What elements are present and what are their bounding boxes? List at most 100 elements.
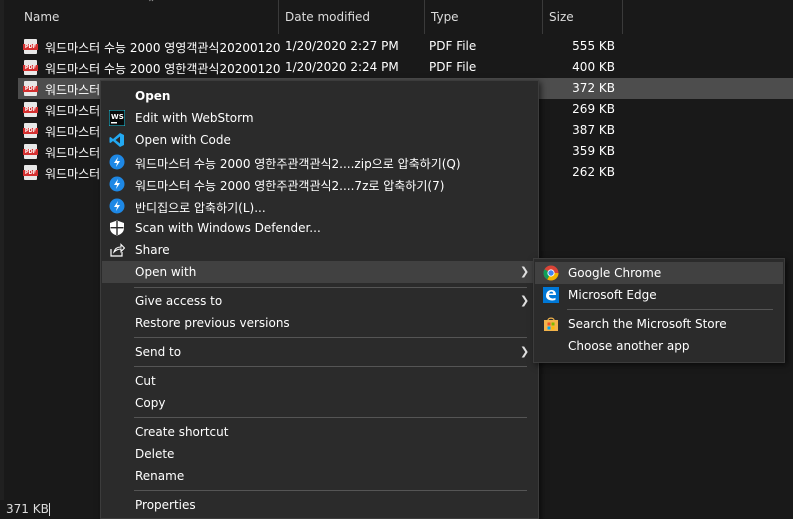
menu-item-bandizip[interactable]: 반디집으로 압축하기(L)...: [102, 195, 537, 217]
pdf-file-icon: [23, 60, 38, 75]
menu-item-compress-7z[interactable]: 워드마스터 수능 2000 영한주관객관식2....7z로 압축하기(7): [102, 173, 537, 195]
submenu-item-chrome-label: Google Chrome: [568, 266, 662, 280]
open-with-submenu: Google Chrome Microsoft Edge Search the …: [533, 258, 785, 363]
column-header-date-label: Date modified: [285, 10, 371, 24]
menu-item-restore-versions[interactable]: Restore previous versions: [102, 312, 537, 334]
chevron-right-icon: ❯: [520, 294, 530, 307]
submenu-item-store[interactable]: Search the Microsoft Store: [535, 313, 783, 335]
column-header-type-label: Type: [431, 10, 459, 24]
file-name: 워드마스터: [45, 104, 101, 118]
column-header-name[interactable]: ⌃ Name: [4, 0, 279, 34]
menu-item-edit-webstorm-label: Edit with WebStorm: [135, 111, 254, 125]
file-row[interactable]: 워드마스터 수능 2000 영한객관식20200120 1/20/2020 2:…: [18, 57, 793, 78]
navigation-pane-edge: [0, 0, 4, 500]
pdf-file-icon: [23, 81, 38, 96]
menu-item-open-label: Open: [135, 89, 171, 103]
menu-item-properties-label: Properties: [135, 498, 196, 512]
menu-item-copy-label: Copy: [135, 396, 166, 410]
menu-item-open[interactable]: Open: [102, 85, 537, 107]
menu-item-share[interactable]: Share: [102, 239, 537, 261]
file-name: 워드마스터: [45, 167, 101, 181]
menu-item-scan-defender[interactable]: Scan with Windows Defender...: [102, 217, 537, 239]
menu-item-give-access-label: Give access to: [135, 294, 223, 308]
menu-item-rename[interactable]: Rename: [102, 465, 537, 487]
menu-item-give-access[interactable]: Give access to ❯: [102, 290, 537, 312]
file-type: PDF File: [429, 39, 477, 53]
column-header-type[interactable]: Type: [425, 0, 543, 34]
context-menu: Open WS Edit with WebStorm Open with Cod…: [100, 80, 539, 519]
vscode-icon: [109, 133, 124, 147]
column-header-name-label: Name: [24, 10, 60, 24]
pdf-file-icon: [23, 165, 38, 180]
menu-item-open-with[interactable]: Open with ❯: [102, 261, 537, 283]
status-selected-size: 371 KB: [6, 502, 49, 516]
file-size: 372 KB: [572, 81, 615, 95]
submenu-item-edge-label: Microsoft Edge: [568, 288, 657, 302]
webstorm-icon: WS: [109, 110, 125, 126]
file-row[interactable]: 워드마스터 수능 2000 영영객관식20200120 1/20/2020 2:…: [18, 36, 793, 57]
pdf-file-icon: [23, 123, 38, 138]
column-header-bar: ⌃ Name Date modified Type Size: [4, 0, 793, 34]
menu-item-scan-defender-label: Scan with Windows Defender...: [135, 221, 321, 235]
chrome-icon: [543, 265, 559, 281]
column-header-size[interactable]: Size: [543, 0, 623, 34]
menu-item-delete-label: Delete: [135, 447, 175, 461]
shield-icon: [110, 220, 124, 236]
file-size: 262 KB: [572, 165, 615, 179]
menu-item-share-label: Share: [135, 243, 170, 257]
menu-item-restore-versions-label: Restore previous versions: [135, 316, 290, 330]
submenu-item-edge[interactable]: Microsoft Edge: [535, 284, 783, 306]
file-type: PDF File: [429, 60, 477, 74]
menu-item-compress-7z-label: 워드마스터 수능 2000 영한주관객관식2....7z로 압축하기(7): [135, 179, 445, 193]
submenu-separator: [567, 309, 773, 310]
menu-separator: [134, 337, 527, 338]
file-name: 워드마스터 수능 2000 영한객관식20200120: [45, 62, 281, 76]
chevron-right-icon: ❯: [520, 265, 530, 278]
menu-separator: [134, 490, 527, 491]
menu-item-send-to[interactable]: Send to ❯: [102, 341, 537, 363]
sort-ascending-icon: ⌃: [147, 0, 156, 9]
svg-text:WS: WS: [111, 113, 124, 121]
menu-item-bandizip-label: 반디집으로 압축하기(L)...: [135, 201, 266, 215]
menu-item-cut[interactable]: Cut: [102, 370, 537, 392]
menu-item-rename-label: Rename: [135, 469, 185, 483]
file-size: 387 KB: [572, 123, 615, 137]
file-date-modified: 1/20/2020 2:27 PM: [285, 39, 399, 53]
menu-separator: [134, 417, 527, 418]
bandizip-icon: [109, 176, 125, 192]
menu-separator: [134, 287, 527, 288]
file-size: 400 KB: [572, 60, 615, 74]
submenu-item-choose-another[interactable]: Choose another app: [535, 335, 783, 357]
menu-item-open-code[interactable]: Open with Code: [102, 129, 537, 151]
menu-item-create-shortcut-label: Create shortcut: [135, 425, 229, 439]
menu-item-copy[interactable]: Copy: [102, 392, 537, 414]
file-size: 269 KB: [572, 102, 615, 116]
menu-item-edit-webstorm[interactable]: WS Edit with WebStorm: [102, 107, 537, 129]
menu-item-send-to-label: Send to: [135, 345, 182, 359]
menu-item-compress-zip[interactable]: 워드마스터 수능 2000 영한주관객관식2....zip으로 압축하기(Q): [102, 151, 537, 173]
menu-item-open-with-label: Open with: [135, 265, 197, 279]
column-header-size-label: Size: [549, 10, 574, 24]
chevron-right-icon: ❯: [520, 345, 530, 358]
submenu-item-store-label: Search the Microsoft Store: [568, 317, 727, 331]
column-header-date[interactable]: Date modified: [279, 0, 425, 34]
file-name: 워드마스터: [45, 125, 101, 139]
file-name: 워드마스터: [45, 83, 101, 97]
bandizip-icon: [109, 154, 125, 170]
menu-item-delete[interactable]: Delete: [102, 443, 537, 465]
submenu-item-chrome[interactable]: Google Chrome: [535, 262, 783, 284]
menu-item-properties[interactable]: Properties: [102, 494, 537, 516]
file-size: 359 KB: [572, 144, 615, 158]
file-size: 555 KB: [572, 39, 615, 53]
microsoft-store-icon: [544, 317, 558, 331]
menu-item-open-code-label: Open with Code: [135, 133, 231, 147]
submenu-item-choose-another-label: Choose another app: [568, 339, 690, 353]
file-name: 워드마스터: [45, 146, 101, 160]
edge-icon: [543, 287, 559, 303]
pdf-file-icon: [23, 102, 38, 117]
menu-item-compress-zip-label: 워드마스터 수능 2000 영한주관객관식2....zip으로 압축하기(Q): [135, 157, 461, 171]
menu-item-create-shortcut[interactable]: Create shortcut: [102, 421, 537, 443]
menu-separator: [134, 366, 527, 367]
bandizip-icon: [109, 198, 125, 214]
share-icon: [110, 243, 125, 257]
